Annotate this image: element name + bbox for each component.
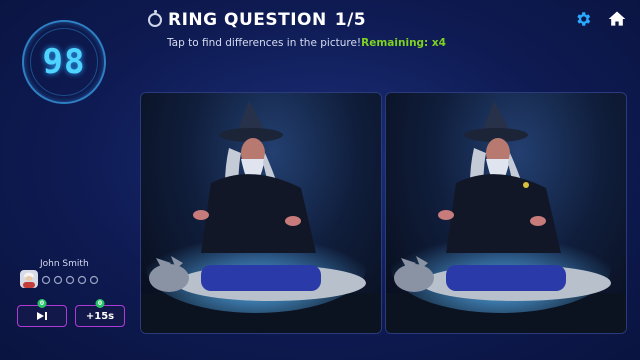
home-icon (608, 11, 626, 26)
skip-count-badge: 0 (37, 299, 47, 308)
hint-slot-icon (53, 275, 63, 285)
witch (193, 101, 316, 253)
home-button[interactable] (606, 8, 628, 30)
scene-left[interactable] (141, 93, 381, 333)
add-time-button[interactable]: 0 +15s (75, 299, 125, 327)
remaining-count: Remaining: x4 (361, 37, 446, 49)
question-title: RING QUESTION (168, 10, 327, 30)
instruction-text: Tap to find differences in the picture! (167, 37, 362, 49)
hint-slot-icon (41, 275, 51, 285)
gear-icon (577, 12, 591, 26)
player-name: John Smith (40, 259, 89, 269)
add-time-label: +15s (85, 310, 115, 322)
question-header: RING QUESTION 1/5 (148, 10, 366, 30)
question-counter: 1/5 (334, 10, 367, 30)
skip-icon (37, 312, 47, 320)
ring-icon (148, 10, 162, 27)
hint-slot-icon (65, 275, 75, 285)
picture-left[interactable] (140, 92, 382, 334)
avatar (20, 270, 38, 288)
witch (438, 101, 561, 253)
top-toolbar (572, 8, 628, 30)
countdown-timer: 98 (22, 20, 106, 104)
timer-value: 98 (42, 42, 86, 82)
picture-right[interactable] (385, 92, 627, 334)
scene-right[interactable] (386, 93, 626, 333)
settings-button[interactable] (572, 8, 594, 30)
hint-slot-icon (77, 275, 87, 285)
hint-slots (41, 275, 99, 285)
time-count-badge: 0 (95, 299, 105, 308)
instruction-line: Tap to find differences in the picture!R… (167, 37, 446, 49)
brooch (523, 182, 529, 188)
skip-button[interactable]: 0 (17, 299, 67, 327)
hint-slot-icon (89, 275, 99, 285)
timer-ring: 98 (30, 28, 98, 96)
avatar-icon (23, 272, 35, 288)
